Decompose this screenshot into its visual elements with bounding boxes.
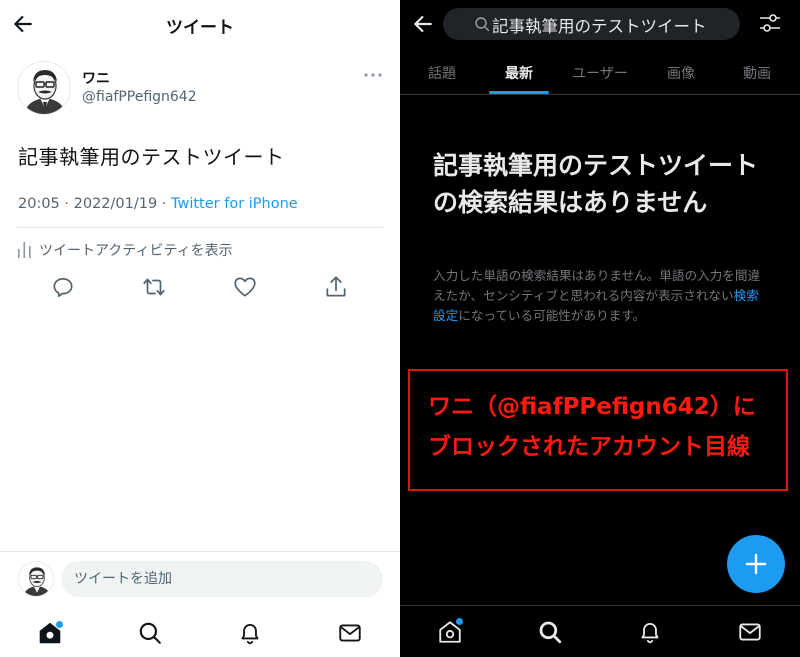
- plus-icon: [745, 553, 767, 575]
- tweet-activity-link[interactable]: ツイートアクティビティを表示: [18, 240, 233, 260]
- reply-input[interactable]: ツイートを追加: [61, 561, 383, 597]
- search-input[interactable]: 記事執筆用のテストツイート: [443, 8, 740, 40]
- tweet-text: 記事執筆用のテストツイート: [18, 145, 285, 169]
- avatar[interactable]: [17, 61, 71, 115]
- annotation-box: ワニ（@fiafPPefign642）に ブロックされたアカウント目線: [408, 369, 788, 491]
- author-handle[interactable]: @fiafPPefign642: [82, 89, 197, 105]
- avatar-portrait-icon: [19, 562, 53, 596]
- tweet-detail-panel: ツイート ワニ @fiafPPefign642 記事執筆用のテストツイート 20…: [0, 0, 400, 657]
- messages-mail-icon[interactable]: [737, 619, 763, 645]
- like-heart-icon[interactable]: [232, 274, 258, 300]
- active-tab-indicator: [489, 91, 549, 94]
- tweet-activity-label: ツイートアクティビティを表示: [39, 243, 233, 259]
- divider: [17, 227, 383, 228]
- tab-photos[interactable]: 画像: [641, 63, 721, 83]
- tweet-source-link[interactable]: Twitter for iPhone: [171, 196, 298, 212]
- search-icon[interactable]: [537, 619, 563, 645]
- search-query: 記事執筆用のテストツイート: [492, 17, 707, 36]
- empty-state-text: 入力した単語の検索結果はありません。単語の入力を間違えたか、センシティブと思われ…: [433, 268, 761, 303]
- annotation-line-2: ブロックされたアカウント目線: [428, 434, 750, 460]
- notifications-bell-icon[interactable]: [637, 619, 663, 645]
- empty-state-body: 入力した単語の検索結果はありません。単語の入力を間違えたか、センシティブと思われ…: [433, 266, 768, 326]
- tab-videos[interactable]: 動画: [717, 63, 797, 83]
- home-notification-dot: [56, 621, 63, 628]
- composer-avatar: [18, 561, 54, 597]
- messages-mail-icon[interactable]: [337, 620, 363, 646]
- compose-tweet-button[interactable]: [727, 535, 785, 593]
- tab-latest[interactable]: 最新: [479, 63, 559, 83]
- search-icon: [475, 17, 490, 32]
- search-results-panel: 記事執筆用のテストツイート 話題 最新 ユーザー 画像 動画 記事執筆用のテスト…: [400, 0, 800, 657]
- back-arrow-icon[interactable]: [410, 11, 436, 37]
- search-filter-icon[interactable]: [757, 10, 783, 36]
- empty-state-title: 記事執筆用のテストツイートの検索結果はありません: [433, 151, 759, 217]
- notifications-bell-icon[interactable]: [237, 620, 263, 646]
- bottom-nav: [0, 607, 400, 657]
- retweet-icon[interactable]: [141, 274, 167, 300]
- author-name[interactable]: ワニ: [82, 68, 110, 88]
- tweet-header: ツイート: [0, 0, 400, 48]
- empty-state-text-end: になっている可能性があります。: [458, 308, 646, 323]
- annotation-line-1: ワニ（@fiafPPefign642）に: [428, 394, 756, 420]
- more-options-icon[interactable]: [362, 68, 384, 82]
- reply-composer: ツイートを追加: [0, 551, 400, 607]
- tab-top[interactable]: 話題: [402, 63, 482, 83]
- search-icon[interactable]: [137, 620, 163, 646]
- avatar-portrait-icon: [18, 62, 70, 114]
- search-tabs: 話題 最新 ユーザー 画像 動画: [400, 48, 800, 95]
- bottom-nav: [400, 605, 800, 657]
- page-title: ツイート: [166, 18, 234, 38]
- tweet-actions: [0, 274, 400, 302]
- share-icon[interactable]: [323, 274, 349, 300]
- reply-icon[interactable]: [50, 274, 76, 300]
- analytics-icon: [18, 242, 31, 258]
- home-notification-dot: [456, 618, 463, 625]
- tweet-timestamp: 20:05 · 2022/01/19 ·: [18, 196, 172, 212]
- tab-people[interactable]: ユーザー: [560, 63, 640, 83]
- tweet-meta: 20:05 · 2022/01/19 · Twitter for iPhone: [18, 196, 298, 212]
